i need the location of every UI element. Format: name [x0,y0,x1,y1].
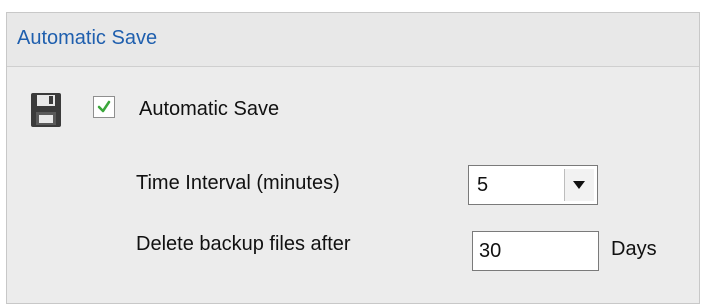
panel-title: Automatic Save [17,27,158,49]
panel-header: Automatic Save [7,13,699,67]
save-icon [31,93,61,127]
dropdown-button[interactable] [564,169,594,201]
days-unit-label: Days [611,238,657,260]
automatic-save-checkbox[interactable] [93,96,115,118]
time-interval-select[interactable]: 5 [468,165,598,205]
chevron-down-icon [573,181,585,189]
time-interval-value: 5 [477,174,489,196]
automatic-save-panel: Automatic Save Automatic Save Time Inter… [6,12,700,304]
automatic-save-label[interactable]: Automatic Save [139,98,279,121]
delete-backup-days-input[interactable] [472,231,599,271]
checkmark-icon [97,100,111,113]
time-interval-label: Time Interval (minutes) [136,172,340,194]
delete-backup-label: Delete backup files after [136,233,351,255]
